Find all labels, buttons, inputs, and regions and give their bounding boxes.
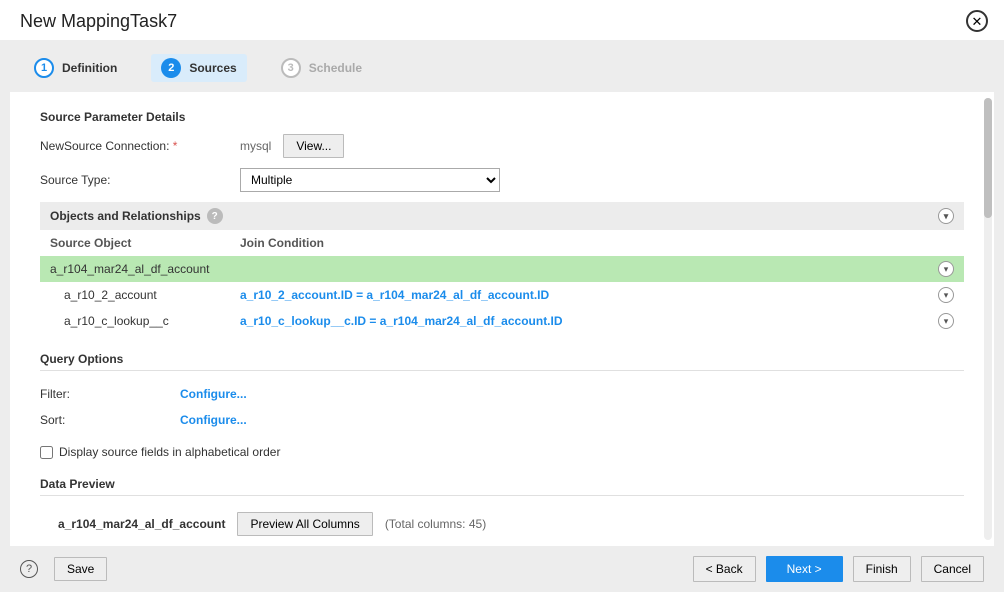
- step-label: Definition: [62, 61, 117, 75]
- object-name: a_r104_mar24_al_df_account: [50, 262, 240, 276]
- source-type-select[interactable]: Multiple: [240, 168, 500, 192]
- content-scroll: Source Parameter Details NewSource Conne…: [10, 92, 994, 546]
- finish-button[interactable]: Finish: [853, 556, 911, 582]
- next-button[interactable]: Next >: [766, 556, 843, 582]
- view-connection-button[interactable]: View...: [283, 134, 344, 158]
- help-icon[interactable]: ?: [207, 208, 223, 224]
- object-row[interactable]: a_r104_mar24_al_df_account ▾: [40, 256, 964, 282]
- row-sort: Sort: Configure...: [40, 407, 964, 433]
- alpha-order-label: Display source fields in alphabetical or…: [59, 445, 280, 459]
- object-row[interactable]: a_r10_2_account a_r10_2_account.ID = a_r…: [40, 282, 964, 308]
- dialog-footer: ? Save < Back Next > Finish Cancel: [0, 546, 1004, 592]
- object-name: a_r10_c_lookup__c: [50, 314, 240, 328]
- sort-label: Sort:: [40, 413, 180, 427]
- configure-filter-link[interactable]: Configure...: [180, 387, 247, 401]
- section-query-options: Query Options: [40, 352, 964, 371]
- row-filter: Filter: Configure...: [40, 381, 964, 407]
- vertical-scrollbar[interactable]: [984, 98, 992, 540]
- step-number: 2: [161, 58, 181, 78]
- panel-menu-icon[interactable]: ▾: [938, 208, 954, 224]
- wizard-steps: 1 Definition 2 Sources 3 Schedule: [0, 46, 1004, 92]
- required-asterisk: *: [169, 139, 177, 153]
- objects-column-headers: Source Object Join Condition: [40, 230, 964, 256]
- configure-sort-link[interactable]: Configure...: [180, 413, 247, 427]
- step-label: Schedule: [309, 61, 362, 75]
- step-number: 1: [34, 58, 54, 78]
- total-columns-text: (Total columns: 45): [385, 517, 486, 531]
- step-schedule[interactable]: 3 Schedule: [271, 54, 372, 82]
- col-join-condition: Join Condition: [240, 236, 954, 250]
- step-label: Sources: [189, 61, 236, 75]
- col-source-object: Source Object: [50, 236, 240, 250]
- dialog-title: New MappingTask7: [20, 11, 177, 32]
- preview-object-name: a_r104_mar24_al_df_account: [58, 517, 225, 531]
- dialog: New MappingTask7 ✕ 1 Definition 2 Source…: [0, 0, 1004, 568]
- help-icon[interactable]: ?: [20, 560, 38, 578]
- objects-header: Objects and Relationships ? ▾: [40, 202, 964, 230]
- data-preview-row: a_r104_mar24_al_df_account Preview All C…: [40, 506, 964, 536]
- wizard-body: 1 Definition 2 Sources 3 Schedule Source…: [0, 40, 1004, 592]
- scrollbar-thumb[interactable]: [984, 98, 992, 218]
- save-button[interactable]: Save: [54, 557, 107, 581]
- row-menu-icon[interactable]: ▾: [938, 287, 954, 303]
- source-type-label: Source Type:: [40, 173, 240, 187]
- join-condition-link[interactable]: a_r10_2_account.ID = a_r104_mar24_al_df_…: [240, 288, 954, 302]
- object-row[interactable]: a_r10_c_lookup__c a_r10_c_lookup__c.ID =…: [40, 308, 964, 334]
- content-panel: Source Parameter Details NewSource Conne…: [10, 92, 994, 546]
- back-button[interactable]: < Back: [693, 556, 756, 582]
- row-connection: NewSource Connection: * mysql View...: [40, 134, 964, 158]
- connection-value: mysql: [240, 139, 271, 153]
- step-number: 3: [281, 58, 301, 78]
- row-menu-icon[interactable]: ▾: [938, 313, 954, 329]
- query-options: Query Options Filter: Configure... Sort:…: [40, 352, 964, 433]
- row-menu-icon[interactable]: ▾: [938, 261, 954, 277]
- close-button[interactable]: ✕: [966, 10, 988, 32]
- cancel-button[interactable]: Cancel: [921, 556, 984, 582]
- section-data-preview: Data Preview: [40, 477, 964, 496]
- connection-label: NewSource Connection: *: [40, 139, 240, 153]
- alpha-order-checkbox[interactable]: [40, 446, 53, 459]
- footer-actions: < Back Next > Finish Cancel: [693, 556, 984, 582]
- step-sources[interactable]: 2 Sources: [151, 54, 246, 82]
- step-definition[interactable]: 1 Definition: [24, 54, 127, 82]
- preview-all-columns-button[interactable]: Preview All Columns: [237, 512, 372, 536]
- object-name: a_r10_2_account: [50, 288, 240, 302]
- row-alpha-order: Display source fields in alphabetical or…: [40, 445, 964, 459]
- filter-label: Filter:: [40, 387, 180, 401]
- objects-relationships-panel: Objects and Relationships ? ▾ Source Obj…: [40, 202, 964, 334]
- titlebar: New MappingTask7 ✕: [0, 0, 1004, 40]
- row-source-type: Source Type: Multiple: [40, 168, 964, 192]
- section-source-param-details: Source Parameter Details: [40, 110, 964, 124]
- join-condition-link[interactable]: a_r10_c_lookup__c.ID = a_r104_mar24_al_d…: [240, 314, 954, 328]
